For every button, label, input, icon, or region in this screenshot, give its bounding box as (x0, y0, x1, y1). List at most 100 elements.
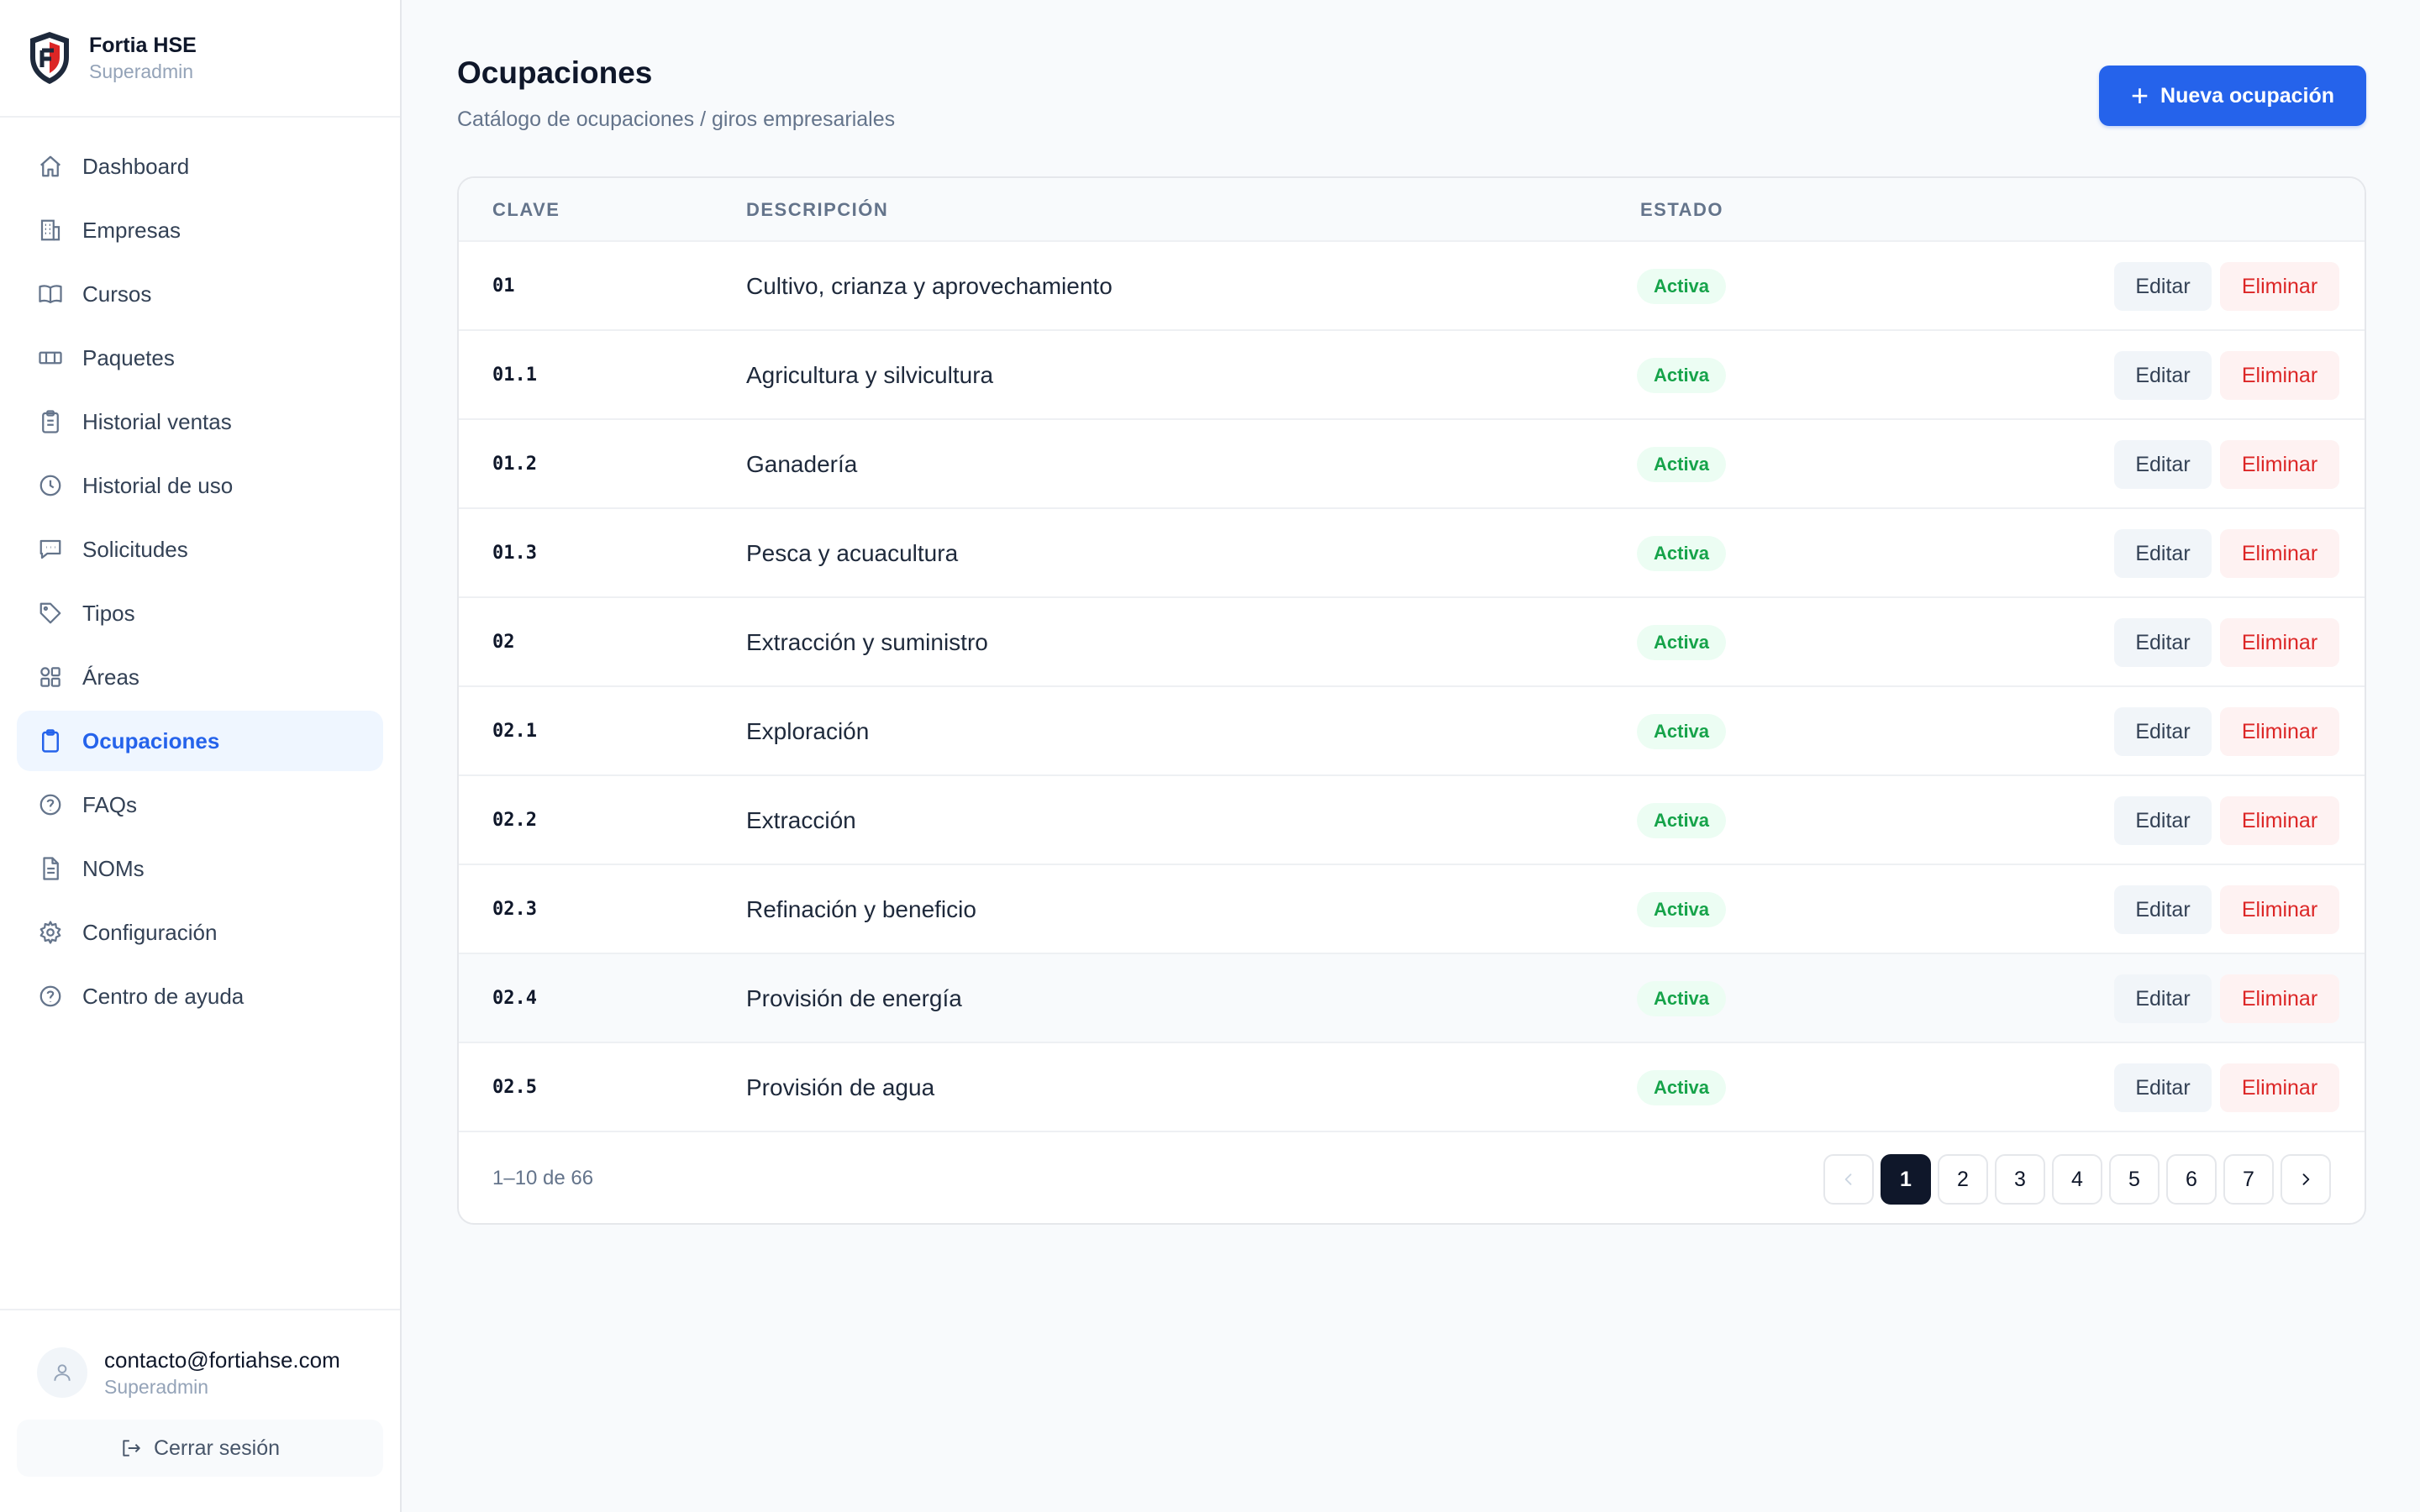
prev-page-button[interactable] (1823, 1154, 1874, 1205)
sidebar-item-ocupaciones[interactable]: Ocupaciones (17, 711, 383, 771)
status-badge: Activa (1637, 536, 1727, 571)
sidebar-item-label: Dashboard (82, 153, 190, 179)
sidebar-item-label: Configuración (82, 919, 218, 945)
page-button-7[interactable]: 7 (2223, 1154, 2274, 1205)
clipboard-icon (37, 408, 64, 435)
page-button-3[interactable]: 3 (1995, 1154, 2045, 1205)
home-icon (37, 153, 64, 180)
edit-button[interactable]: Editar (2114, 974, 2212, 1023)
sidebar-item-tipos[interactable]: Tipos (17, 583, 383, 643)
logout-button[interactable]: Cerrar sesión (17, 1420, 383, 1477)
sidebar-item-centro-ayuda[interactable]: Centro de ayuda (17, 966, 383, 1026)
table-row[interactable]: 01.3 Pesca y acuacultura Activa Editar Elimi… (459, 509, 2365, 598)
sidebar-item-solicitudes[interactable]: Solicitudes (17, 519, 383, 580)
sidebar-item-areas[interactable]: Áreas (17, 647, 383, 707)
row-description: Extracción (746, 807, 856, 833)
status-badge: Activa (1637, 714, 1727, 749)
sidebar-item-label: Historial ventas (82, 408, 232, 434)
sidebar-item-configuracion[interactable]: Configuración (17, 902, 383, 963)
column-header-descripcion[interactable]: DESCRIPCIÓN (746, 178, 888, 242)
delete-button[interactable]: Eliminar (2220, 974, 2339, 1023)
status-badge: Activa (1637, 447, 1727, 482)
edit-button[interactable]: Editar (2114, 796, 2212, 845)
delete-button[interactable]: Eliminar (2220, 529, 2339, 578)
table-row[interactable]: 02.4 Provisión de energía Activa Editar Elim… (459, 954, 2365, 1043)
row-description: Extracción y suministro (746, 629, 988, 655)
sidebar-item-historial-ventas[interactable]: Historial ventas (17, 391, 383, 452)
delete-button[interactable]: Eliminar (2220, 618, 2339, 667)
table-row[interactable]: 01.2 Ganadería Activa Editar Eliminar (459, 420, 2365, 509)
sidebar-item-label: Tipos (82, 600, 135, 626)
page-button-1[interactable]: 1 (1881, 1154, 1931, 1205)
edit-button[interactable]: Editar (2114, 618, 2212, 667)
row-description: Cultivo, crianza y aprovechamiento (746, 273, 1113, 299)
next-page-button[interactable] (2281, 1154, 2331, 1205)
sidebar-item-historial-uso[interactable]: Historial de uso (17, 455, 383, 516)
row-description: Ganadería (746, 451, 858, 477)
help-circle-icon (37, 983, 64, 1010)
column-header-estado[interactable]: ESTADO (1640, 178, 1723, 242)
table-row[interactable]: 02.2 Extracción Activa Editar Eliminar (459, 776, 2365, 865)
status-badge: Activa (1637, 1070, 1727, 1105)
sidebar-item-paquetes[interactable]: Paquetes (17, 328, 383, 388)
edit-button[interactable]: Editar (2114, 351, 2212, 400)
table-row[interactable]: 01 Cultivo, crianza y aprovechamiento Acti… (459, 242, 2365, 331)
row-code: 02.2 (492, 810, 537, 831)
page-button-5[interactable]: 5 (2109, 1154, 2160, 1205)
delete-button[interactable]: Eliminar (2220, 707, 2339, 756)
brand[interactable]: Fortia HSE Superadmin (0, 0, 400, 118)
edit-button[interactable]: Editar (2114, 529, 2212, 578)
edit-button[interactable]: Editar (2114, 707, 2212, 756)
pagination: 1234567 (1823, 1154, 2338, 1205)
delete-button[interactable]: Eliminar (2220, 885, 2339, 934)
user-role: Superadmin (104, 1376, 209, 1398)
table-row[interactable]: 02 Extracción y suministro Activa Editar Eli… (459, 598, 2365, 687)
edit-button[interactable]: Editar (2114, 262, 2212, 311)
sidebar-item-label: Áreas (82, 664, 139, 690)
table-header: CLAVE DESCRIPCIÓN ESTADO (459, 178, 2365, 242)
page-button-6[interactable]: 6 (2166, 1154, 2217, 1205)
sidebar-item-label: Paquetes (82, 344, 175, 370)
sidebar-item-label: FAQs (82, 791, 138, 817)
sidebar-item-cursos[interactable]: Cursos (17, 264, 383, 324)
table-row[interactable]: 01.1 Agricultura y silvicultura Activa Edit… (459, 331, 2365, 420)
user-avatar-icon (37, 1347, 87, 1398)
delete-button[interactable]: Eliminar (2220, 262, 2339, 311)
new-ocupacion-button[interactable]: + Nueva ocupación (2099, 66, 2366, 126)
row-description: Refinación y beneficio (746, 896, 976, 922)
row-description: Exploración (746, 718, 870, 744)
edit-button[interactable]: Editar (2114, 1063, 2212, 1112)
delete-button[interactable]: Eliminar (2220, 796, 2339, 845)
sidebar-item-label: Historial de uso (82, 472, 234, 498)
delete-button[interactable]: Eliminar (2220, 1063, 2339, 1112)
ocupaciones-table: CLAVE DESCRIPCIÓN ESTADO 01 Cultivo, cria… (457, 176, 2366, 1225)
table-row[interactable]: 02.3 Refinación y beneficio Activa Editar El… (459, 865, 2365, 954)
grid-icon (37, 664, 64, 690)
status-badge: Activa (1637, 803, 1727, 838)
delete-button[interactable]: Eliminar (2220, 351, 2339, 400)
sidebar-item-faqs[interactable]: FAQs (17, 774, 383, 835)
sidebar-item-label: Solicitudes (82, 536, 188, 562)
delete-button[interactable]: Eliminar (2220, 440, 2339, 489)
page-button-2[interactable]: 2 (1938, 1154, 1988, 1205)
edit-button[interactable]: Editar (2114, 440, 2212, 489)
user-profile[interactable]: contacto@fortiahse.com Superadmin (0, 1310, 400, 1399)
status-badge: Activa (1637, 892, 1727, 927)
ticket-icon (37, 344, 64, 371)
sidebar-item-empresas[interactable]: Empresas (17, 200, 383, 260)
table-body: 01 Cultivo, crianza y aprovechamiento Acti… (459, 242, 2365, 1132)
edit-button[interactable]: Editar (2114, 885, 2212, 934)
column-header-clave[interactable]: CLAVE (492, 178, 560, 242)
table-row[interactable]: 02.1 Exploración Activa Editar Eliminar (459, 687, 2365, 776)
logout-icon (123, 1440, 140, 1457)
row-code: 01 (492, 276, 515, 297)
sidebar-item-label: Centro de ayuda (82, 983, 245, 1009)
page-button-4[interactable]: 4 (2052, 1154, 2102, 1205)
table-row[interactable]: 02.5 Provisión de agua Activa Editar Elimina… (459, 1043, 2365, 1132)
pagination-range: 1–10 de 66 (492, 1167, 594, 1189)
chevron-left-icon (1844, 1173, 1852, 1185)
sidebar-item-noms[interactable]: NOMs (17, 838, 383, 899)
sidebar-item-dashboard[interactable]: Dashboard (17, 136, 383, 197)
sidebar: Fortia HSE Superadmin Dashboard Empresas… (0, 0, 402, 1512)
row-code: 01.2 (492, 454, 537, 475)
